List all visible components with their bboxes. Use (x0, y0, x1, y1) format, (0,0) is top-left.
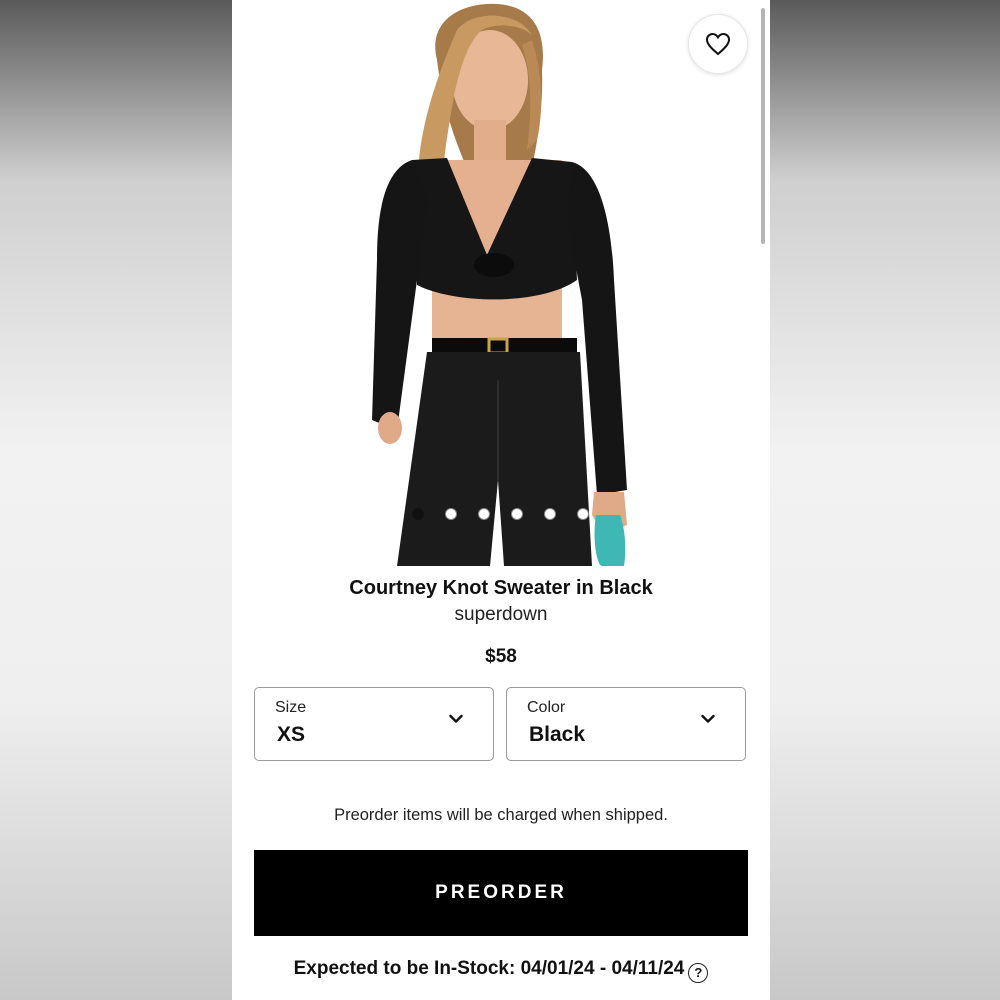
chevron-down-icon (449, 714, 463, 723)
product-image[interactable] (232, 0, 770, 566)
scrollbar[interactable] (761, 8, 765, 244)
color-select[interactable]: Color Black (506, 687, 746, 761)
size-value: XS (277, 723, 306, 746)
product-brand[interactable]: superdown (232, 604, 770, 626)
availability-label: Expected to be In-Stock: 04/01/24 - 04/1… (293, 958, 685, 979)
carousel-dot[interactable] (544, 508, 556, 520)
carousel-dot[interactable] (577, 508, 589, 520)
carousel-dots (412, 508, 612, 522)
carousel-dot[interactable] (412, 508, 424, 520)
preorder-notice: Preorder items will be charged when ship… (334, 806, 668, 824)
size-select[interactable]: Size XS (254, 687, 494, 761)
availability-text: Expected to be In-Stock: 04/01/24 - 04/1… (232, 958, 770, 983)
chevron-down-icon (701, 714, 715, 723)
size-label: Size (275, 699, 307, 716)
heart-outline-icon (705, 32, 731, 56)
product-title: Courtney Knot Sweater in Black (349, 577, 653, 599)
carousel-dot[interactable] (478, 508, 490, 520)
background-right (770, 0, 1000, 1000)
question-icon[interactable]: ? (688, 962, 709, 983)
color-label: Color (527, 699, 566, 716)
product-page: Courtney Knot Sweater in Black superdown… (232, 0, 770, 1000)
product-price: $58 (485, 646, 517, 667)
preorder-button[interactable]: PREORDER (254, 850, 748, 936)
favorite-button[interactable] (688, 14, 748, 74)
color-value: Black (529, 723, 586, 746)
background-left (0, 0, 232, 1000)
model-photo (372, 3, 627, 566)
carousel-dot[interactable] (445, 508, 457, 520)
carousel-dot[interactable] (511, 508, 523, 520)
